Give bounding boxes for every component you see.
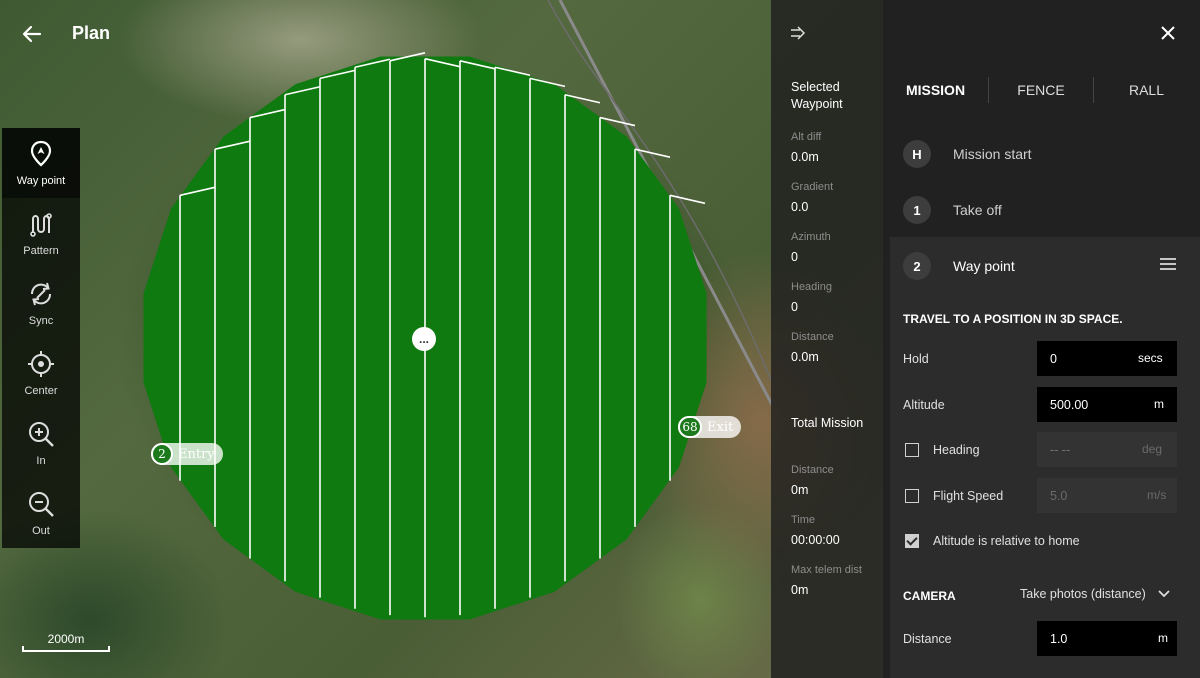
- altitude-label: Altitude: [903, 398, 945, 412]
- toolbar-label: In: [36, 455, 46, 467]
- mission-item-label: Take off: [953, 202, 1002, 218]
- crosshair-icon: [28, 351, 54, 377]
- distance-label: Distance: [791, 331, 834, 343]
- time-label: Time: [791, 514, 816, 526]
- total-mission-heading: Total Mission: [791, 416, 864, 430]
- mission-tabs: MISSION FENCE RALL: [883, 74, 1200, 106]
- toolbar-pattern-button[interactable]: Pattern: [2, 198, 80, 268]
- mission-item-badge: 1: [903, 196, 931, 224]
- map-scale-bar: [22, 646, 110, 652]
- toolbar-label: Out: [32, 525, 50, 537]
- zoom-in-icon: [29, 422, 54, 447]
- flight-speed-label: Flight Speed: [933, 489, 1004, 503]
- altitude-relative-label: Altitude is relative to home: [933, 534, 1080, 548]
- collapse-panel-icon[interactable]: [789, 24, 807, 42]
- chevron-down-icon: [1158, 590, 1170, 598]
- hamburger-menu-icon[interactable]: [1159, 257, 1177, 271]
- max-telem-label: Max telem dist: [791, 564, 862, 576]
- max-telem-value: 0m: [791, 583, 809, 597]
- mission-item-takeoff[interactable]: 1 Take off: [903, 196, 1002, 224]
- zoom-out-icon: [29, 492, 54, 517]
- toolbar-zoom-in-button[interactable]: In: [2, 408, 80, 478]
- altitude-unit: m: [1154, 397, 1164, 411]
- waypoint-editor-card: 2 Way point TRAVEL TO A POSITION IN 3D S…: [890, 237, 1200, 678]
- distance-input[interactable]: [1037, 621, 1177, 656]
- sync-icon: [30, 282, 52, 306]
- alt-diff-value: 0.0m: [791, 150, 819, 164]
- altitude-relative-checkbox[interactable]: [905, 534, 919, 548]
- mission-item-label: Mission start: [953, 146, 1032, 162]
- distance-label: Distance: [903, 632, 952, 646]
- alt-diff-label: Alt diff: [791, 131, 822, 143]
- camera-label: CAMERA: [903, 589, 956, 603]
- exit-marker-number: 68: [678, 416, 702, 438]
- entry-marker[interactable]: 2 Entry: [151, 443, 223, 465]
- toolbar-label: Way point: [16, 175, 66, 187]
- total-distance-value: 0m: [791, 483, 809, 497]
- flight-speed-checkbox[interactable]: [905, 489, 919, 503]
- toolbar-label: Center: [24, 385, 58, 397]
- gradient-value: 0.0: [791, 200, 809, 214]
- plan-toolbar: Way point Pattern Sync Center In Out: [2, 128, 80, 548]
- exit-marker-label: Exit: [707, 419, 734, 435]
- mission-panel: MISSION FENCE RALL H Mission start 1 Tak…: [883, 0, 1200, 678]
- pattern-icon: [30, 213, 52, 237]
- heading-unit: deg: [1142, 442, 1163, 456]
- toolbar-waypoint-button[interactable]: Way point: [2, 128, 80, 198]
- waypoint-pin-icon: [30, 140, 52, 167]
- flight-speed-unit: m/s: [1147, 488, 1167, 502]
- heading-value: 0: [791, 300, 798, 314]
- hold-label: Hold: [903, 352, 929, 366]
- survey-center-handle[interactable]: ...: [412, 327, 436, 351]
- mission-item-badge: 2: [903, 252, 931, 280]
- distance-unit: m: [1158, 631, 1168, 645]
- distance-value: 0.0m: [791, 350, 819, 364]
- toolbar-label: Pattern: [23, 245, 59, 257]
- transect-connector: [669, 194, 706, 205]
- command-description: TRAVEL TO A POSITION IN 3D SPACE.: [903, 312, 1123, 326]
- close-icon[interactable]: [1159, 24, 1177, 42]
- mission-item-waypoint[interactable]: 2 Way point: [903, 252, 1015, 280]
- azimuth-label: Azimuth: [791, 231, 831, 243]
- map-scale: 2000m: [22, 632, 110, 654]
- selected-waypoint-heading: Selected Waypoint: [791, 80, 843, 111]
- heading-checkbox[interactable]: [905, 443, 919, 457]
- survey-area[interactable]: [0, 0, 771, 678]
- tab-rally[interactable]: RALL: [1094, 74, 1199, 106]
- tab-mission[interactable]: MISSION: [883, 74, 988, 106]
- mission-item-label: Way point: [953, 258, 1015, 274]
- mission-item-badge: H: [903, 140, 931, 168]
- hold-unit: secs: [1138, 351, 1163, 365]
- map-scale-label: 2000m: [47, 632, 85, 646]
- time-value: 00:00:00: [791, 533, 840, 547]
- tab-fence[interactable]: FENCE: [989, 74, 1093, 106]
- waypoint-info-column: Selected Waypoint Alt diff 0.0m Gradient…: [771, 0, 883, 678]
- mission-item-start[interactable]: H Mission start: [903, 140, 1032, 168]
- entry-marker-number: 2: [151, 443, 173, 465]
- back-arrow-icon[interactable]: [20, 22, 44, 46]
- toolbar-center-button[interactable]: Center: [2, 338, 80, 408]
- gradient-label: Gradient: [791, 181, 834, 193]
- toolbar-label: Sync: [28, 315, 54, 327]
- camera-mode-dropdown[interactable]: Take photos (distance): [1020, 587, 1170, 601]
- azimuth-value: 0: [791, 250, 798, 264]
- toolbar-zoom-out-button[interactable]: Out: [2, 478, 80, 548]
- total-distance-label: Distance: [791, 464, 834, 476]
- exit-marker[interactable]: 68 Exit: [678, 416, 742, 438]
- page-title: Plan: [72, 23, 111, 43]
- toolbar-sync-button[interactable]: Sync: [2, 268, 80, 338]
- heading-label: Heading: [933, 443, 980, 457]
- entry-marker-label: Entry: [178, 446, 215, 462]
- heading-label: Heading: [791, 281, 832, 293]
- camera-mode-value: Take photos (distance): [1020, 587, 1146, 601]
